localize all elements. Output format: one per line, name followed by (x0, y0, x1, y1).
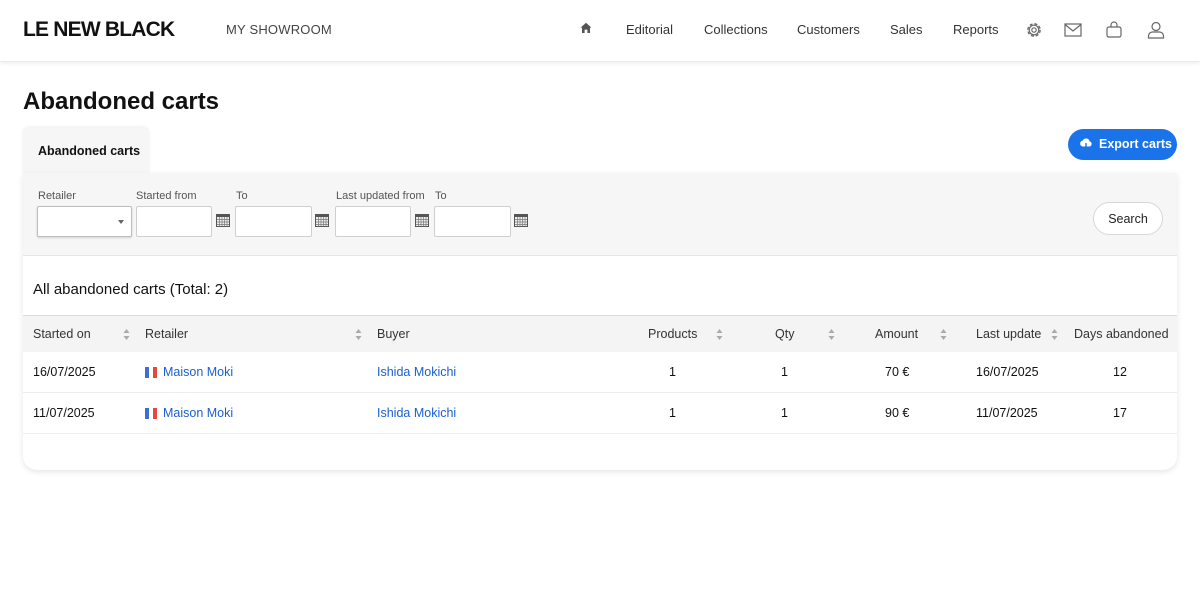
bag-icon[interactable] (1104, 20, 1124, 40)
col-amount[interactable]: Amount (875, 327, 918, 341)
products-cell: 1 (669, 406, 676, 420)
table-header: Started on Retailer Buyer Products Qty A… (23, 315, 1177, 352)
updated-from-label: Last updated from (336, 190, 425, 202)
sort-icon[interactable] (940, 328, 947, 341)
calendar-icon[interactable] (315, 214, 329, 227)
retailer-label: Retailer (38, 190, 76, 202)
download-cloud-icon (1080, 138, 1092, 151)
amount-cell: 70 € (885, 365, 910, 379)
top-bar: LE NEW BLACK MY SHOWROOM Editorial Colle… (0, 0, 1200, 62)
export-carts-button[interactable]: Export carts (1068, 129, 1177, 160)
buyer-link[interactable]: Ishida Mokichi (377, 365, 456, 379)
col-products[interactable]: Products (648, 327, 697, 341)
col-buyer[interactable]: Buyer (377, 327, 410, 341)
total-heading: All abandoned carts (Total: 2) (33, 281, 229, 298)
home-icon[interactable] (580, 22, 592, 34)
buyer-link[interactable]: Ishida Mokichi (377, 406, 456, 420)
nav-reports[interactable]: Reports (953, 22, 999, 37)
sort-icon[interactable] (355, 328, 362, 341)
last-update-cell: 11/07/2025 (976, 406, 1038, 420)
table-row[interactable]: 11/07/2025 Maison Moki Ishida Mokichi 1 … (23, 393, 1177, 434)
started-to-label: To (236, 190, 248, 202)
sort-icon[interactable] (716, 328, 723, 341)
started-on-cell: 11/07/2025 (33, 406, 95, 420)
col-days-abandoned[interactable]: Days abandoned (1074, 327, 1169, 341)
filter-bar: Retailer Started from To Last updated fr… (23, 173, 1177, 256)
amount-cell: 90 € (885, 406, 910, 420)
col-last-update[interactable]: Last update (976, 327, 1041, 341)
started-from-input[interactable] (136, 206, 212, 237)
sort-icon[interactable] (123, 328, 130, 341)
table-row[interactable]: 16/07/2025 Maison Moki Ishida Mokichi 1 … (23, 352, 1177, 393)
updated-to-label: To (435, 190, 447, 202)
nav-sales[interactable]: Sales (890, 22, 923, 37)
retailer-link[interactable]: Maison Moki (163, 365, 233, 379)
started-to-input[interactable] (235, 206, 312, 237)
updated-to-input[interactable] (434, 206, 511, 237)
sort-icon[interactable] (1051, 328, 1058, 341)
calendar-icon[interactable] (415, 214, 429, 227)
col-started-on[interactable]: Started on (33, 327, 91, 341)
calendar-icon[interactable] (514, 214, 528, 227)
gear-icon[interactable] (1024, 20, 1044, 40)
chevron-down-icon (118, 220, 124, 224)
retailer-link[interactable]: Maison Moki (163, 406, 233, 420)
days-abandoned-cell: 12 (1113, 365, 1127, 379)
calendar-icon[interactable] (216, 214, 230, 227)
search-button[interactable]: Search (1093, 202, 1163, 235)
retailer-select[interactable] (37, 206, 132, 237)
col-qty[interactable]: Qty (775, 327, 794, 341)
last-update-cell: 16/07/2025 (976, 365, 1039, 379)
tab-abandoned-carts[interactable]: Abandoned carts (23, 128, 149, 174)
qty-cell: 1 (781, 365, 788, 379)
started-from-label: Started from (136, 190, 197, 202)
export-carts-label: Export carts (1099, 137, 1172, 151)
nav-editorial[interactable]: Editorial (626, 22, 673, 37)
flag-fr-icon (145, 408, 157, 419)
page-title: Abandoned carts (23, 88, 220, 115)
flag-fr-icon (145, 367, 157, 378)
nav-collections[interactable]: Collections (704, 22, 768, 37)
products-cell: 1 (669, 365, 676, 379)
col-retailer[interactable]: Retailer (145, 327, 188, 341)
days-abandoned-cell: 17 (1113, 406, 1127, 420)
qty-cell: 1 (781, 406, 788, 420)
brand-logo[interactable]: LE NEW BLACK (23, 18, 175, 42)
started-on-cell: 16/07/2025 (33, 365, 96, 379)
showroom-label[interactable]: MY SHOWROOM (226, 22, 332, 37)
sort-icon[interactable] (828, 328, 835, 341)
updated-from-input[interactable] (335, 206, 411, 237)
carts-card: Retailer Started from To Last updated fr… (23, 173, 1177, 470)
mail-icon[interactable] (1063, 20, 1083, 40)
user-icon[interactable] (1146, 20, 1166, 40)
nav-customers[interactable]: Customers (797, 22, 860, 37)
